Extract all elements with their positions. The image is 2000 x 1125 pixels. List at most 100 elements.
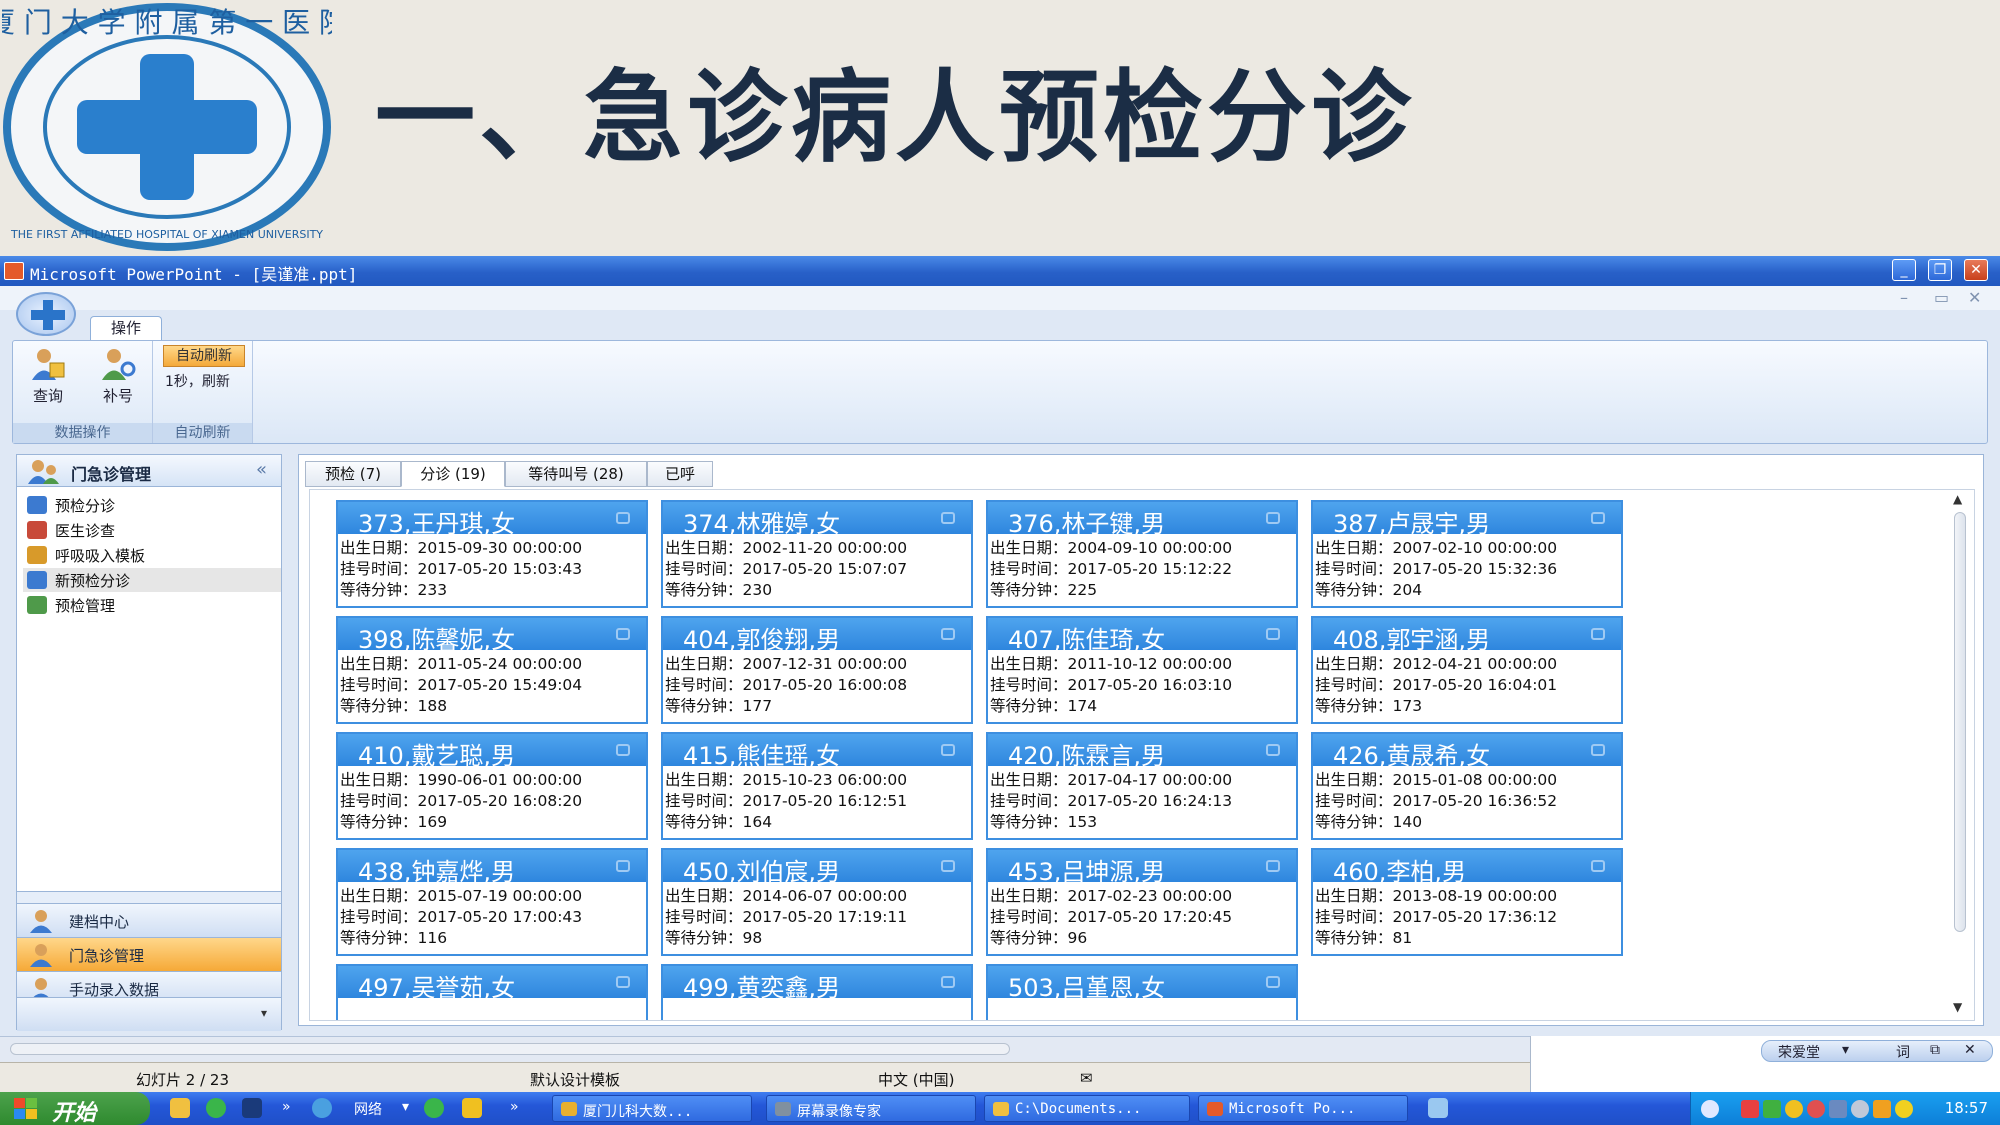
tab[interactable]: 分诊 (19) <box>401 461 505 487</box>
card-action-icon[interactable] <box>1591 512 1605 524</box>
patient-card[interactable]: 374,林雅婷,女 出生日期：2002-11-20 00:00:00 挂号时间：20… <box>661 500 973 608</box>
patient-card[interactable]: 420,陈霖言,男 出生日期：2017-04-17 00:00:00 挂号时间：20… <box>986 732 1298 840</box>
tab[interactable]: 等待叫号 (28) <box>505 461 647 487</box>
card-action-icon[interactable] <box>1266 860 1280 872</box>
ime-word-button[interactable]: 词 <box>1896 1042 1910 1062</box>
hscroll-thumb[interactable] <box>10 1043 1010 1055</box>
vertical-scrollbar[interactable]: ▲ ▼ <box>1946 490 1972 1020</box>
patient-card[interactable]: 426,黄晟希,女 出生日期：2015-01-08 00:00:00 挂号时间：20… <box>1311 732 1623 840</box>
card-action-icon[interactable] <box>616 512 630 524</box>
patient-card[interactable]: 438,钟嘉烨,男 出生日期：2015-07-19 00:00:00 挂号时间：20… <box>336 848 648 956</box>
tray-v-icon[interactable] <box>1763 1100 1781 1118</box>
network-toolbar-label[interactable]: 网络 <box>354 1099 382 1119</box>
card-action-icon[interactable] <box>1266 744 1280 756</box>
auto-refresh-badge[interactable]: 自动刷新 <box>163 345 245 367</box>
patient-card[interactable]: 398,陈馨妮,女 出生日期：2011-05-24 00:00:00 挂号时间：20… <box>336 616 648 724</box>
start-button[interactable]: 开始 <box>0 1092 150 1125</box>
card-action-icon[interactable] <box>616 860 630 872</box>
desktop-quicklaunch-icon[interactable] <box>242 1098 262 1118</box>
tab[interactable]: 预检 (7) <box>305 461 401 487</box>
app-logo-icon[interactable] <box>16 292 76 336</box>
tray-anchor-icon[interactable] <box>1701 1100 1719 1118</box>
card-action-icon[interactable] <box>1591 628 1605 640</box>
tray-monitor-icon[interactable] <box>1829 1100 1847 1118</box>
sidebar-item[interactable]: 预检分诊 <box>23 493 281 517</box>
patient-card[interactable]: 373,王丹琪,女 出生日期：2015-09-30 00:00:00 挂号时间：20… <box>336 500 648 608</box>
taskbar-window-button[interactable]: 屏幕录像专家 <box>766 1095 976 1122</box>
patient-card[interactable]: 407,陈佳琦,女 出生日期：2011-10-12 00:00:00 挂号时间：20… <box>986 616 1298 724</box>
taskbar-window-button[interactable]: 厦门儿科大数... <box>552 1095 752 1122</box>
quicklaunch-chevron-icon[interactable]: » <box>282 1099 291 1115</box>
card-action-icon[interactable] <box>941 976 955 988</box>
nav-overflow[interactable]: ▾ <box>17 997 281 1031</box>
tray-shield-icon[interactable] <box>1873 1100 1891 1118</box>
sidebar-item[interactable]: 医生诊查 <box>23 518 281 542</box>
card-action-icon[interactable] <box>616 628 630 640</box>
patient-card[interactable]: 408,郭宇涵,男 出生日期：2012-04-21 00:00:00 挂号时间：20… <box>1311 616 1623 724</box>
patient-card[interactable]: 450,刘伯宸,男 出生日期：2014-06-07 00:00:00 挂号时间：20… <box>661 848 973 956</box>
query-button[interactable]: 查询 <box>19 347 77 411</box>
nav-button[interactable]: 建档中心 <box>17 903 281 937</box>
card-action-icon[interactable] <box>1266 976 1280 988</box>
ribbon-tab-operations[interactable]: 操作 <box>90 316 162 340</box>
patient-card[interactable]: 499,黄奕鑫,男 <box>661 964 973 1020</box>
app-maximize-icon[interactable]: ▭ <box>1934 288 1949 307</box>
tray-ime-icon[interactable] <box>1741 1100 1759 1118</box>
browser-quicklaunch-icon[interactable] <box>206 1098 226 1118</box>
tray-f-icon[interactable] <box>1895 1100 1913 1118</box>
patient-card[interactable]: 387,卢晟宇,男 出生日期：2007-02-10 00:00:00 挂号时间：20… <box>1311 500 1623 608</box>
scroll-down-icon[interactable]: ▼ <box>1953 1000 1962 1014</box>
minimize-button[interactable]: _ <box>1892 259 1916 281</box>
card-action-icon[interactable] <box>941 512 955 524</box>
card-action-icon[interactable] <box>941 628 955 640</box>
app-minimize-icon[interactable]: – <box>1900 288 1908 307</box>
ime-name[interactable]: 荣爱堂 <box>1778 1042 1820 1062</box>
collapse-icon[interactable]: « <box>256 459 267 480</box>
app-close-icon[interactable]: ✕ <box>1968 288 1981 307</box>
patient-card[interactable]: 415,熊佳瑶,女 出生日期：2015-10-23 06:00:00 挂号时间：20… <box>661 732 973 840</box>
scroll-thumb[interactable] <box>1954 512 1966 932</box>
taskbar-window-button[interactable]: Microsoft Po... <box>1198 1095 1408 1122</box>
spellcheck-icon[interactable]: ✉ <box>1080 1069 1093 1087</box>
tray-security-icon[interactable] <box>1807 1100 1825 1118</box>
card-action-icon[interactable] <box>941 860 955 872</box>
taskbar-window-button[interactable]: C:\Documents... <box>984 1095 1190 1122</box>
patient-card[interactable]: 503,吕堇恩,女 <box>986 964 1298 1020</box>
anchor-icon[interactable] <box>462 1098 482 1118</box>
card-action-icon[interactable] <box>616 744 630 756</box>
card-action-icon[interactable] <box>941 744 955 756</box>
sidebar-item[interactable]: 呼吸吸入模板 <box>23 543 281 567</box>
sidebar-item[interactable]: 预检管理 <box>23 593 281 617</box>
ie-quicklaunch-icon[interactable] <box>312 1098 332 1118</box>
card-action-icon[interactable] <box>1266 512 1280 524</box>
explorer-quicklaunch-icon[interactable] <box>170 1098 190 1118</box>
ime-restore-icon[interactable]: ⧉ <box>1930 1042 1940 1058</box>
patient-card[interactable]: 376,林子键,男 出生日期：2004-09-10 00:00:00 挂号时间：20… <box>986 500 1298 608</box>
patient-card[interactable]: 453,吕坤源,男 出生日期：2017-02-23 00:00:00 挂号时间：20… <box>986 848 1298 956</box>
tray-network-icon[interactable] <box>1851 1100 1869 1118</box>
show-desktop-icon[interactable] <box>1428 1098 1448 1118</box>
card-action-icon[interactable] <box>616 976 630 988</box>
ime-dropdown-icon[interactable]: ▾ <box>1842 1042 1849 1058</box>
patient-card[interactable]: 410,戴艺聪,男 出生日期：1990-06-01 00:00:00 挂号时间：20… <box>336 732 648 840</box>
horizontal-scrollbar[interactable] <box>0 1036 1530 1062</box>
ime-close-icon[interactable]: ✕ <box>1964 1042 1976 1058</box>
chevron-down-icon[interactable]: ▾ <box>261 1006 267 1020</box>
restore-button[interactable]: ❐ <box>1928 259 1952 281</box>
patient-card[interactable]: 404,郭俊翔,男 出生日期：2007-12-31 00:00:00 挂号时间：20… <box>661 616 973 724</box>
tray-sound-icon[interactable] <box>1785 1100 1803 1118</box>
renumber-button[interactable]: 补号 <box>89 347 147 411</box>
nav-button[interactable]: 门急诊管理 <box>17 937 281 971</box>
patient-card[interactable]: 460,李柏,男 出生日期：2013-08-19 00:00:00 挂号时间：201… <box>1311 848 1623 956</box>
ime-bar[interactable]: 荣爱堂 ▾ 词 ⧉ ✕ <box>1761 1040 1993 1062</box>
card-action-icon[interactable] <box>1591 744 1605 756</box>
card-action-icon[interactable] <box>1266 628 1280 640</box>
scroll-up-icon[interactable]: ▲ <box>1953 492 1962 506</box>
splitter-handle[interactable] <box>17 891 281 903</box>
network-dropdown-icon[interactable]: ▾ <box>402 1099 409 1115</box>
close-button[interactable]: ✕ <box>1964 259 1988 281</box>
patient-card[interactable]: 497,吴誉茹,女 <box>336 964 648 1020</box>
sidebar-item[interactable]: 新预检分诊 <box>23 568 281 592</box>
network-status-icon[interactable] <box>424 1098 444 1118</box>
card-action-icon[interactable] <box>1591 860 1605 872</box>
